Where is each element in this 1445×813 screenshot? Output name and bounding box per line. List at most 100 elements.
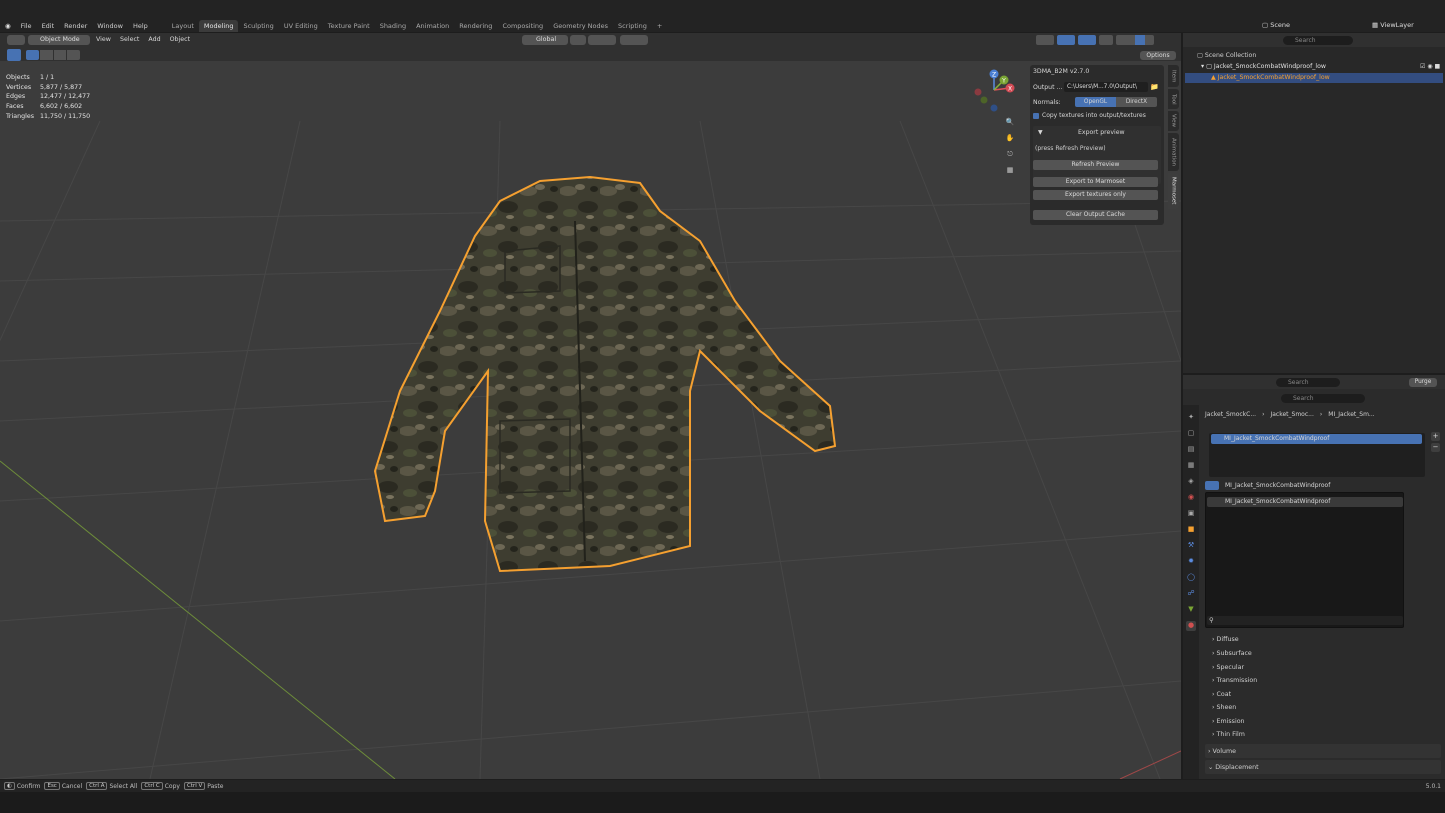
physics-tab-icon[interactable]: ◯ [1186,573,1196,583]
section-coat[interactable]: › Coat [1212,691,1231,698]
rendered-shading-icon[interactable] [1145,35,1155,45]
tab-shading[interactable]: Shading [375,20,411,32]
output-tab-icon[interactable]: ▤ [1186,445,1196,455]
section-specular[interactable]: › Specular [1212,664,1244,671]
blender-logo-icon[interactable]: ◉ [0,22,16,30]
select-subtract-icon[interactable] [53,50,67,60]
tab-tool[interactable]: Tool [1168,89,1179,109]
world-tab-icon[interactable]: ◉ [1186,493,1196,503]
scene-tab-icon[interactable]: ◈ [1186,477,1196,487]
section-volume[interactable]: › Volume [1208,748,1236,755]
clear-cache-button[interactable]: Clear Output Cache [1033,210,1158,220]
particles-tab-icon[interactable]: ✹ [1186,557,1196,567]
viewlayer-selector[interactable]: ▦ ViewLayer [1372,21,1414,29]
menu-view[interactable]: View [96,36,111,43]
render-tab-icon[interactable]: ▢ [1186,429,1196,439]
pan-hand-icon[interactable]: ✋ [1005,134,1015,144]
overlay-toggle-icon[interactable] [1078,35,1096,45]
tab-item[interactable]: Item [1168,65,1179,87]
visibility-icon[interactable] [1036,35,1054,45]
menu-window[interactable]: Window [92,22,128,30]
menu-edit[interactable]: Edit [37,22,60,30]
tab-rendering[interactable]: Rendering [454,20,497,32]
tab-layout[interactable]: Layout [167,20,199,32]
export-marmoset-button[interactable]: Export to Marmoset [1033,177,1158,187]
tab-modeling[interactable]: Modeling [198,20,239,32]
opengl-option[interactable]: OpenGL [1075,97,1116,107]
menu-render[interactable]: Render [59,22,92,30]
wireframe-shading-icon[interactable] [1116,35,1126,45]
material-name-field[interactable]: MI_Jacket_SmockCombatWindproof [1205,480,1405,491]
tab-animation[interactable]: Animation [411,20,454,32]
section-subsurface[interactable]: › Subsurface [1212,650,1252,657]
snap-button[interactable] [588,35,616,45]
add-slot-icon[interactable]: + [1431,432,1440,441]
jacket-model[interactable] [0,61,1181,779]
object-tab-icon[interactable]: ■ [1186,525,1196,535]
pivot-button[interactable] [570,35,586,45]
select-new-icon[interactable] [26,50,39,60]
view-layer-tab-icon[interactable]: ▦ [1186,461,1196,471]
collapse-icon[interactable]: ▼ [1038,129,1043,136]
refresh-preview-button[interactable]: Refresh Preview [1033,160,1158,170]
3d-viewport[interactable] [0,61,1181,779]
jacket-mesh[interactable] [373,175,837,573]
dropdown-search-field[interactable] [1207,616,1403,625]
material-shading-icon[interactable] [1135,35,1145,45]
directx-option[interactable]: DirectX [1116,97,1157,107]
tool-tab-icon[interactable]: ✦ [1186,413,1196,423]
tab-animation[interactable]: Animation [1168,133,1179,171]
properties-search-top[interactable]: Search [1276,378,1340,387]
tab-view[interactable]: View [1168,111,1179,131]
add-workspace-button[interactable]: + [652,20,667,32]
proportional-button[interactable] [620,35,648,45]
export-textures-button[interactable]: Export textures only [1033,190,1158,200]
section-diffuse[interactable]: › Diffuse [1212,636,1239,643]
solid-shading-icon[interactable] [1126,35,1136,45]
modifier-tab-icon[interactable]: ⚒ [1186,541,1196,551]
collection-tab-icon[interactable]: ▣ [1186,509,1196,519]
menu-file[interactable]: File [16,22,37,30]
scene-collection-row[interactable]: ▢ Scene Collection [1197,52,1256,59]
tab-sculpting[interactable]: Sculpting [238,20,278,32]
options-button[interactable]: Options [1140,51,1176,60]
menu-object[interactable]: Object [170,36,191,43]
purge-button[interactable]: Purge [1409,378,1437,387]
section-transmission[interactable]: › Transmission [1212,677,1257,684]
copy-textures-checkbox[interactable] [1033,113,1039,119]
menu-help[interactable]: Help [128,22,153,30]
material-browse-icon[interactable] [1205,481,1219,490]
section-displacement[interactable]: ⌄ Displacement [1208,764,1259,771]
dropdown-item[interactable]: MI_Jacket_SmockCombatWindproof [1207,497,1403,507]
properties-search[interactable]: Search [1281,394,1365,403]
xray-icon[interactable] [1099,35,1113,45]
section-thin-film[interactable]: › Thin Film [1212,731,1245,738]
zoom-icon[interactable]: 🔍 [1005,118,1015,128]
remove-slot-icon[interactable]: − [1431,443,1440,452]
folder-icon[interactable]: 📁 [1150,83,1159,91]
tab-compositing[interactable]: Compositing [497,20,548,32]
section-sheen[interactable]: › Sheen [1212,704,1236,711]
outliner-search[interactable]: Search [1283,36,1353,45]
object-row-label[interactable]: ▲ Jacket_SmockCombatWindproof_low [1211,74,1330,81]
checkbox-icon[interactable]: ☑ [1420,63,1425,70]
select-tool-button[interactable] [7,49,21,61]
collection-row[interactable]: ▾ ▢ Jacket_SmockCombatWindproof_low [1201,63,1326,70]
gizmo-toggle-icon[interactable] [1057,35,1075,45]
data-tab-icon[interactable]: ▼ [1186,605,1196,615]
scene-selector[interactable]: ▢ Scene [1262,21,1290,29]
output-path-field[interactable]: C:\Users\M...7.0\Output\ [1064,82,1148,92]
grid-toggle-icon[interactable]: ▦ [1005,166,1015,176]
section-emission[interactable]: › Emission [1212,718,1245,725]
camera-view-icon[interactable]: ⎋ [1005,150,1015,160]
constraints-tab-icon[interactable]: ☍ [1186,589,1196,599]
tab-uv-editing[interactable]: UV Editing [279,20,323,32]
tab-geometry-nodes[interactable]: Geometry Nodes [548,20,613,32]
camera-icon[interactable]: ■ [1434,63,1440,70]
transform-orientation[interactable]: Global [522,35,568,45]
select-intersect-icon[interactable] [67,50,80,60]
mode-selector[interactable]: Object Mode [28,35,90,45]
eye-icon[interactable]: ◉ [1427,63,1432,70]
material-tab-icon[interactable]: ● [1186,621,1196,631]
export-preview-title[interactable]: Export preview [1078,129,1125,136]
